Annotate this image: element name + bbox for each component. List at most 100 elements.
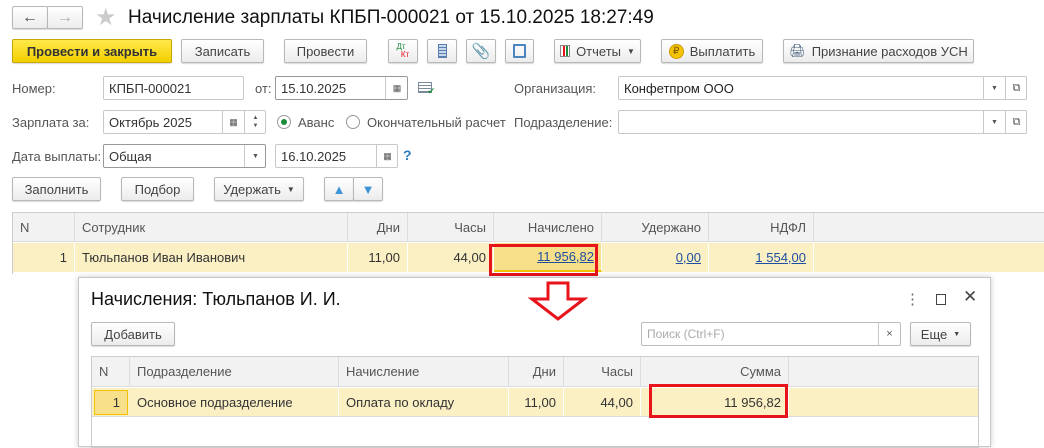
spinner-icon[interactable]: ▲ ▼ — [244, 111, 265, 133]
attachment-icon[interactable]: 📎 — [466, 39, 496, 63]
from-label: от: — [255, 81, 272, 96]
chevron-down-icon: ▼ — [953, 330, 961, 338]
more-label: Еще — [920, 326, 948, 342]
down-arrow-icon — [528, 281, 588, 321]
col-days[interactable]: Дни — [348, 213, 408, 241]
highlight-box — [489, 244, 598, 276]
printer-icon: 🖨 — [789, 43, 806, 58]
reports-button[interactable]: Отчеты ▼ — [554, 39, 641, 63]
department-label: Подразделение: — [514, 115, 613, 130]
post-and-close-button[interactable]: Провести и закрыть — [12, 39, 172, 63]
save-button[interactable]: Записать — [181, 39, 264, 63]
pay-date-type-select[interactable]: Общая ▼ — [103, 144, 266, 168]
col-ndfl[interactable]: НДФЛ — [709, 213, 814, 241]
select-button[interactable]: Подбор — [121, 177, 194, 201]
table-row[interactable]: 1 Основное подразделение Оплата по оклад… — [92, 388, 978, 417]
ruble-coin-icon: ₽ — [668, 43, 684, 59]
col-accrued[interactable]: Начислено — [494, 213, 602, 241]
pay-date-type-value: Общая — [109, 148, 152, 164]
post-button[interactable]: Провести — [284, 39, 367, 63]
move-down-button[interactable]: ▼ — [353, 177, 383, 201]
dt-kt-button[interactable]: Дт Кт — [388, 39, 418, 63]
fill-button[interactable]: Заполнить — [12, 177, 101, 201]
pay-label: Выплатить — [689, 43, 756, 59]
col-hours[interactable]: Часы — [408, 213, 494, 241]
radio-final-label[interactable]: Окончательный расчет — [367, 115, 506, 130]
ndfl-link[interactable]: 1 554,00 — [755, 250, 806, 265]
more-menu-icon[interactable]: ⋮ — [905, 290, 920, 308]
close-icon[interactable]: ✕ — [963, 287, 977, 307]
col-sum[interactable]: Сумма — [641, 357, 789, 386]
calendar-icon[interactable]: ▦ — [376, 145, 397, 167]
cell-days: 11,00 — [348, 243, 408, 272]
col-n[interactable]: N — [92, 357, 130, 386]
cell-withheld[interactable]: 0,00 — [602, 243, 709, 272]
organization-value: Конфетпром ООО — [624, 80, 734, 96]
pay-date-value: 16.10.2025 — [281, 148, 347, 164]
more-button[interactable]: Еще ▼ — [910, 322, 971, 346]
organization-field[interactable]: Конфетпром ООО ▼ ⧉ — [618, 76, 1027, 100]
radio-advance-label[interactable]: Аванс — [298, 115, 334, 130]
col-employee[interactable]: Сотрудник — [75, 213, 348, 241]
comment-check-icon[interactable]: ✔ — [418, 82, 435, 96]
structure-icon[interactable] — [505, 39, 534, 63]
organization-label: Организация: — [514, 81, 597, 96]
report-icon — [560, 45, 571, 57]
dropdown-icon[interactable]: ▼ — [983, 77, 1005, 99]
list-icon[interactable] — [427, 39, 457, 63]
col-days[interactable]: Дни — [509, 357, 564, 386]
cell-employee: Тюльпанов Иван Иванович — [75, 243, 348, 272]
search-placeholder: Поиск (Ctrl+F) — [647, 327, 725, 341]
window-title: Начисление зарплаты КПБП-000021 от 15.10… — [128, 7, 654, 28]
date-value: 15.10.2025 — [281, 80, 347, 96]
cell-accrual: Оплата по окладу — [339, 388, 509, 416]
open-icon[interactable]: ⧉ — [1005, 111, 1026, 133]
pay-date-label: Дата выплаты: — [12, 149, 102, 164]
forward-button[interactable]: → — [47, 6, 83, 29]
highlight-box — [649, 384, 788, 418]
col-n[interactable]: N — [13, 213, 75, 241]
dropdown-icon[interactable]: ▼ — [983, 111, 1005, 133]
col-accrual[interactable]: Начисление — [339, 357, 509, 386]
cell-department: Основное подразделение — [130, 388, 339, 416]
pay-date-field[interactable]: 16.10.2025 ▦ — [275, 144, 398, 168]
usn-expenses-button[interactable]: 🖨 Признание расходов УСН — [783, 39, 974, 63]
withheld-link[interactable]: 0,00 — [676, 250, 701, 265]
salary-for-label: Зарплата за: — [12, 115, 90, 130]
table-header: N Подразделение Начисление Дни Часы Сумм… — [92, 357, 978, 387]
col-withheld[interactable]: Удержано — [602, 213, 709, 241]
pay-button[interactable]: ₽ Выплатить — [661, 39, 763, 63]
open-icon[interactable]: ⧉ — [1005, 77, 1026, 99]
move-up-button[interactable]: ▲ — [324, 177, 354, 201]
add-button[interactable]: Добавить — [91, 322, 175, 346]
reports-label: Отчеты — [576, 43, 621, 59]
back-button[interactable]: ← — [12, 6, 48, 29]
date-field[interactable]: 15.10.2025 ▦ — [275, 76, 408, 100]
chevron-down-icon: ▼ — [627, 46, 635, 56]
withhold-label: Удержать — [223, 181, 281, 197]
col-department[interactable]: Подразделение — [130, 357, 339, 386]
radio-advance[interactable] — [277, 115, 291, 129]
col-hours[interactable]: Часы — [564, 357, 641, 386]
calendar-icon[interactable]: ▦ — [222, 111, 244, 133]
cell-n: 1 — [94, 390, 128, 415]
number-label: Номер: — [12, 81, 56, 96]
cell-ndfl[interactable]: 1 554,00 — [709, 243, 814, 272]
radio-final[interactable] — [346, 115, 360, 129]
cell-hours: 44,00 — [408, 243, 494, 272]
help-icon[interactable]: ? — [403, 147, 412, 163]
withhold-button[interactable]: Удержать ▼ — [214, 177, 304, 201]
search-input[interactable]: Поиск (Ctrl+F) × — [641, 322, 901, 346]
department-field[interactable]: ▼ ⧉ — [618, 110, 1027, 134]
calendar-icon[interactable]: ▦ — [385, 77, 407, 99]
favorite-star-icon[interactable]: ★ — [95, 3, 117, 32]
number-field[interactable]: КПБП-000021 — [103, 76, 244, 100]
clear-search-button[interactable]: × — [878, 323, 900, 345]
cell-days: 11,00 — [509, 388, 564, 416]
salary-for-field[interactable]: Октябрь 2025 ▦ ▲ ▼ — [103, 110, 266, 134]
cell-hours: 44,00 — [564, 388, 641, 416]
dropdown-icon[interactable]: ▼ — [244, 145, 265, 167]
number-value: КПБП-000021 — [109, 80, 192, 96]
maximize-icon[interactable] — [936, 294, 946, 305]
salary-for-value: Октябрь 2025 — [109, 114, 192, 130]
